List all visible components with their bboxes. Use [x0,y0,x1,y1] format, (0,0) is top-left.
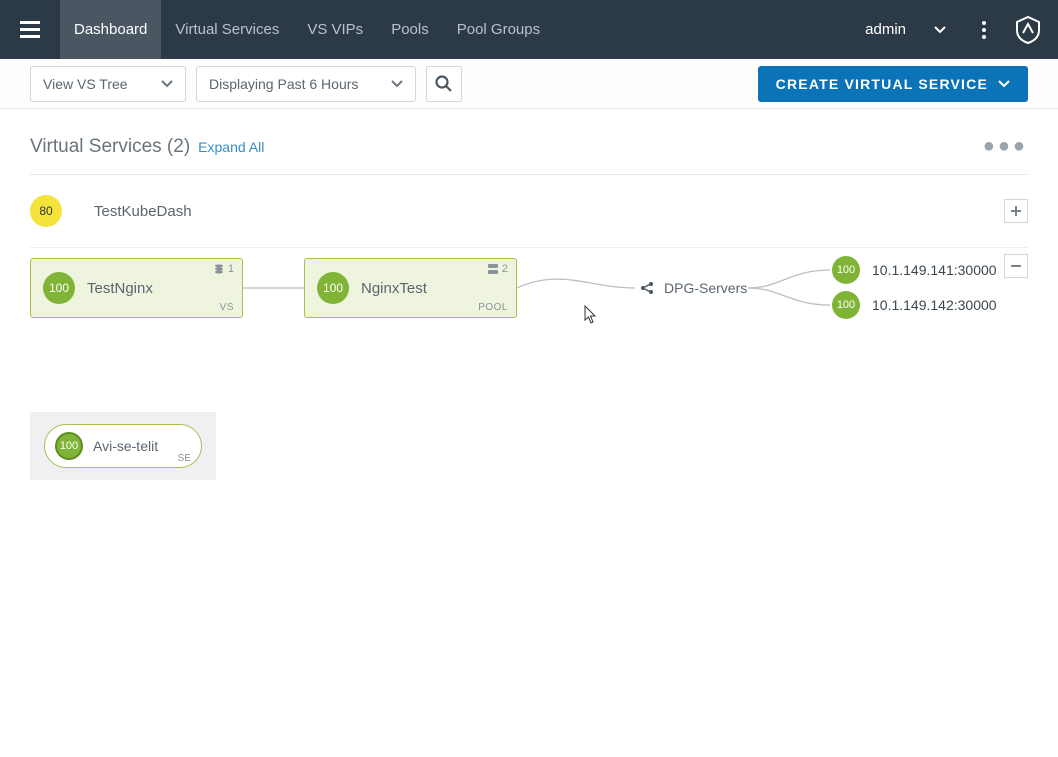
create-virtual-service-button[interactable]: CREATE VIRTUAL SERVICE [758,66,1028,102]
nav-tabs: Dashboard Virtual Services VS VIPs Pools… [60,0,554,59]
health-badge: 100 [55,432,83,460]
view-select[interactable]: View VS Tree [30,66,186,102]
expand-button[interactable] [1004,199,1028,223]
collapse-button[interactable] [1004,254,1028,278]
chevron-down-icon [933,25,947,35]
database-icon [214,264,224,274]
se-tag: SE [178,453,191,464]
user-menu-toggle[interactable] [922,0,958,59]
server-1[interactable]: 100 10.1.149.141:30000 [832,256,997,284]
chevron-down-icon [161,80,173,88]
server-address: 10.1.149.142:30000 [872,297,997,313]
pool-card-tag: POOL [478,302,508,313]
pool-group-label: DPG-Servers [664,280,747,296]
vs-name: TestKubeDash [94,203,192,220]
server-2[interactable]: 100 10.1.149.142:30000 [832,291,997,319]
nav-right: admin [857,0,1058,59]
pool-group-dpg-servers[interactable]: DPG-Servers [640,280,747,296]
toolbar: View VS Tree Displaying Past 6 Hours CRE… [0,59,1058,109]
tab-pools[interactable]: Pools [377,0,443,59]
health-badge: 100 [43,272,75,304]
user-label: admin [857,21,914,38]
section-more-menu[interactable]: ●●● [983,135,1028,158]
top-nav: Dashboard Virtual Services VS VIPs Pools… [0,0,1058,59]
expand-all-link[interactable]: Expand All [198,139,264,155]
menu-button[interactable] [0,0,60,59]
server-icon [488,264,498,274]
section-header: Virtual Services (2) Expand All ●●● [30,129,1028,175]
shield-icon [1013,15,1043,45]
tab-virtual-services[interactable]: Virtual Services [161,0,293,59]
chevron-down-icon [998,80,1010,88]
cursor-icon [584,305,598,325]
tab-pool-groups[interactable]: Pool Groups [443,0,554,59]
time-range-select[interactable]: Displaying Past 6 Hours [196,66,416,102]
kebab-icon [982,21,986,39]
vs-row-testkubedash[interactable]: 80 TestKubeDash [30,175,1028,248]
chevron-down-icon [391,80,403,88]
service-engine-panel: 100 Avi-se-telit SE [30,412,216,480]
health-badge: 100 [317,272,349,304]
service-engine-avi-se-telit[interactable]: 100 Avi-se-telit SE [44,424,202,468]
server-address: 10.1.149.141:30000 [872,262,997,278]
section-title: Virtual Services (2) [30,136,190,158]
more-menu[interactable] [966,0,1002,59]
view-select-value: View VS Tree [43,76,153,92]
hamburger-icon [20,21,40,39]
health-badge: 100 [832,256,860,284]
pool-card-nginxtest[interactable]: 100 NginxTest POOL 2 [304,258,517,318]
vs-card-label: TestNginx [87,280,153,297]
content-area: Virtual Services (2) Expand All ●●● 80 T… [0,109,1058,568]
share-icon [640,281,654,295]
tab-dashboard[interactable]: Dashboard [60,0,161,59]
search-button[interactable] [426,66,462,102]
time-range-value: Displaying Past 6 Hours [209,76,383,92]
health-badge: 100 [832,291,860,319]
health-badge: 80 [30,195,62,227]
search-icon [435,75,453,93]
plus-icon [1010,205,1022,217]
minus-icon [1010,264,1022,268]
tab-vs-vips[interactable]: VS VIPs [293,0,377,59]
vs-tree-testnginx: 100 TestNginx VS 1 100 NginxTest POOL 2 [30,248,1028,548]
pool-card-count: 2 [488,263,508,275]
brand-logo[interactable] [1010,0,1046,59]
vs-card-count: 1 [214,263,234,275]
pool-card-label: NginxTest [361,280,427,297]
create-button-label: CREATE VIRTUAL SERVICE [776,76,988,92]
vs-card-testnginx[interactable]: 100 TestNginx VS 1 [30,258,243,318]
vs-card-tag: VS [220,302,234,313]
se-label: Avi-se-telit [93,438,158,454]
